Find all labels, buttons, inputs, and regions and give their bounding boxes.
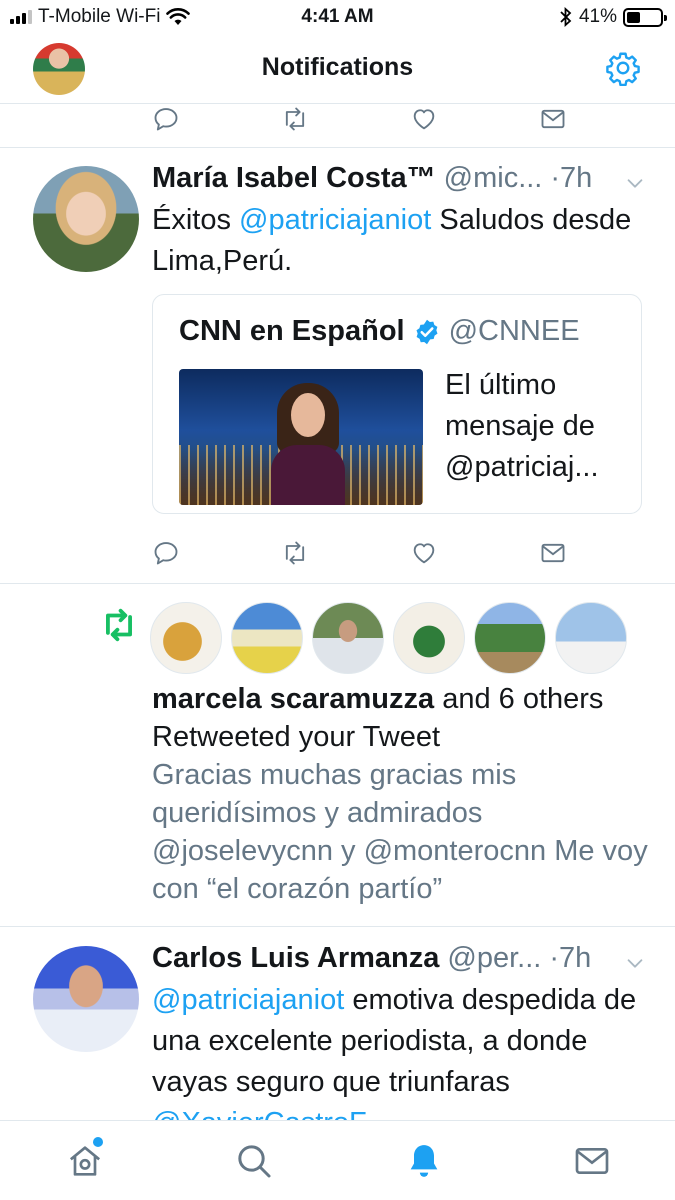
bluetooth-icon [560,7,572,27]
heart-icon[interactable] [410,539,438,567]
mail-icon[interactable] [539,539,567,567]
author-name[interactable]: Carlos Luis Armanza [152,942,439,975]
author-handle: @mic... [443,162,543,194]
quoted-author-handle: @CNNEE [448,315,580,347]
tweet-time: ·7h [549,942,592,974]
tweet-time: ·7h [550,162,593,194]
battery-icon [623,7,667,27]
divider [0,926,675,927]
verified-badge-icon [416,319,438,344]
retweeter-avatars [150,602,627,674]
notifications-header: Notifications [0,36,675,104]
chevron-down-icon[interactable] [624,952,646,974]
retweeted-tweet-text: Gracias muchas gracias mis queridísimos … [152,759,648,905]
bottom-tab-bar [0,1120,675,1200]
status-bar: T-Mobile Wi-Fi 4:41 AM 41% [0,0,675,36]
envelope-icon[interactable] [572,1141,612,1181]
battery-percent: 41% [578,6,617,27]
quoted-tweet-image[interactable] [179,369,423,505]
avatar[interactable] [393,602,465,674]
mention-link[interactable]: @patriciajaniot [239,204,431,236]
tweet-header: Carlos Luis Armanza @per... ·7h [152,942,591,975]
divider [0,583,675,584]
author-handle: @per... [447,942,542,974]
notification-text: marcela scaramuzza and 6 others Retweete… [152,680,652,908]
quoted-author-name: CNN en Español [179,315,405,347]
heart-icon[interactable] [410,105,438,133]
search-icon[interactable] [234,1141,274,1181]
tweet-actions [152,539,572,569]
retweet-icon[interactable] [281,105,309,133]
reply-icon[interactable] [152,105,180,133]
chevron-down-icon[interactable] [624,172,646,194]
new-content-dot [93,1137,103,1147]
avatar[interactable] [231,602,303,674]
tweet-text: Éxitos @patriciajaniot Saludos desde Lim… [152,200,642,282]
avatar[interactable] [33,166,139,272]
retweeter-name[interactable]: marcela scaramuzza [152,683,434,715]
tweet-actions [152,105,572,135]
avatar[interactable] [150,602,222,674]
author-name[interactable]: María Isabel Costa™ [152,162,436,195]
quoted-tweet-text: El último mensaje de @patriciaj... [445,369,599,483]
mention-link[interactable]: @patriciajaniot [152,984,344,1016]
page-title: Notifications [261,53,414,81]
home-icon[interactable] [65,1141,105,1181]
retweet-icon[interactable] [281,539,309,567]
avatar[interactable] [312,602,384,674]
mail-icon[interactable] [539,105,567,133]
divider [0,147,675,148]
retweet-icon [106,608,132,642]
avatar[interactable] [474,602,546,674]
text-segment: Éxitos [152,204,240,236]
bell-icon[interactable] [404,1141,444,1181]
avatar[interactable] [33,946,139,1052]
tweet-header: María Isabel Costa™ @mic... ·7h [152,162,592,195]
reply-icon[interactable] [152,539,180,567]
gear-icon[interactable] [605,50,641,86]
avatar[interactable] [555,602,627,674]
quoted-tweet-card[interactable]: CNN en Español @CNNEE El último mensaje … [152,294,642,514]
